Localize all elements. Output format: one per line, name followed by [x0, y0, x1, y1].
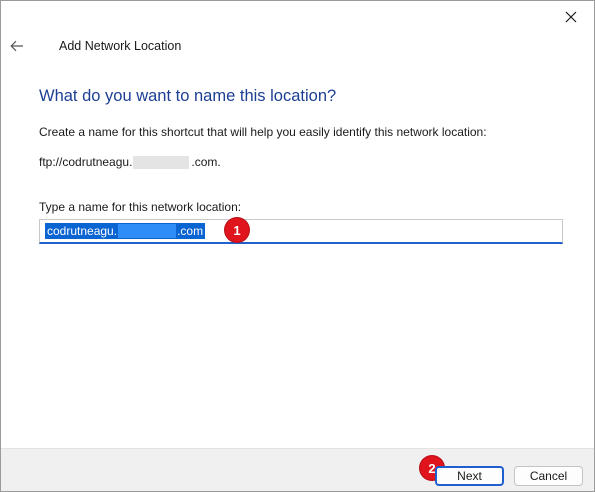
input-value-suffix: .com: [177, 224, 204, 238]
page-heading: What do you want to name this location?: [39, 87, 337, 105]
add-network-location-dialog: Add Network Location What do you want to…: [0, 0, 595, 492]
location-name-input[interactable]: codrutneagu. .com: [39, 219, 563, 244]
next-button[interactable]: Next: [435, 466, 504, 486]
cancel-button[interactable]: Cancel: [514, 466, 583, 486]
dialog-title: Add Network Location: [59, 39, 182, 53]
name-field-label: Type a name for this network location:: [39, 200, 242, 214]
redacted-block: [118, 224, 177, 238]
step-1-badge: 1: [225, 218, 249, 242]
network-address: ftp://codrutneagu. .com.: [39, 155, 221, 169]
close-button[interactable]: [548, 1, 594, 33]
back-button[interactable]: [5, 35, 29, 57]
description-text: Create a name for this shortcut that wil…: [39, 125, 487, 139]
address-prefix: ftp://codrutneagu.: [39, 155, 133, 169]
selected-text: codrutneagu. .com: [45, 223, 206, 239]
redacted-block: [133, 155, 190, 169]
address-suffix: .com.: [191, 155, 221, 169]
dialog-footer: 2 Next Cancel: [1, 448, 594, 491]
back-arrow-icon: [10, 40, 23, 52]
close-icon: [565, 11, 577, 23]
input-value-prefix: codrutneagu.: [47, 224, 118, 238]
